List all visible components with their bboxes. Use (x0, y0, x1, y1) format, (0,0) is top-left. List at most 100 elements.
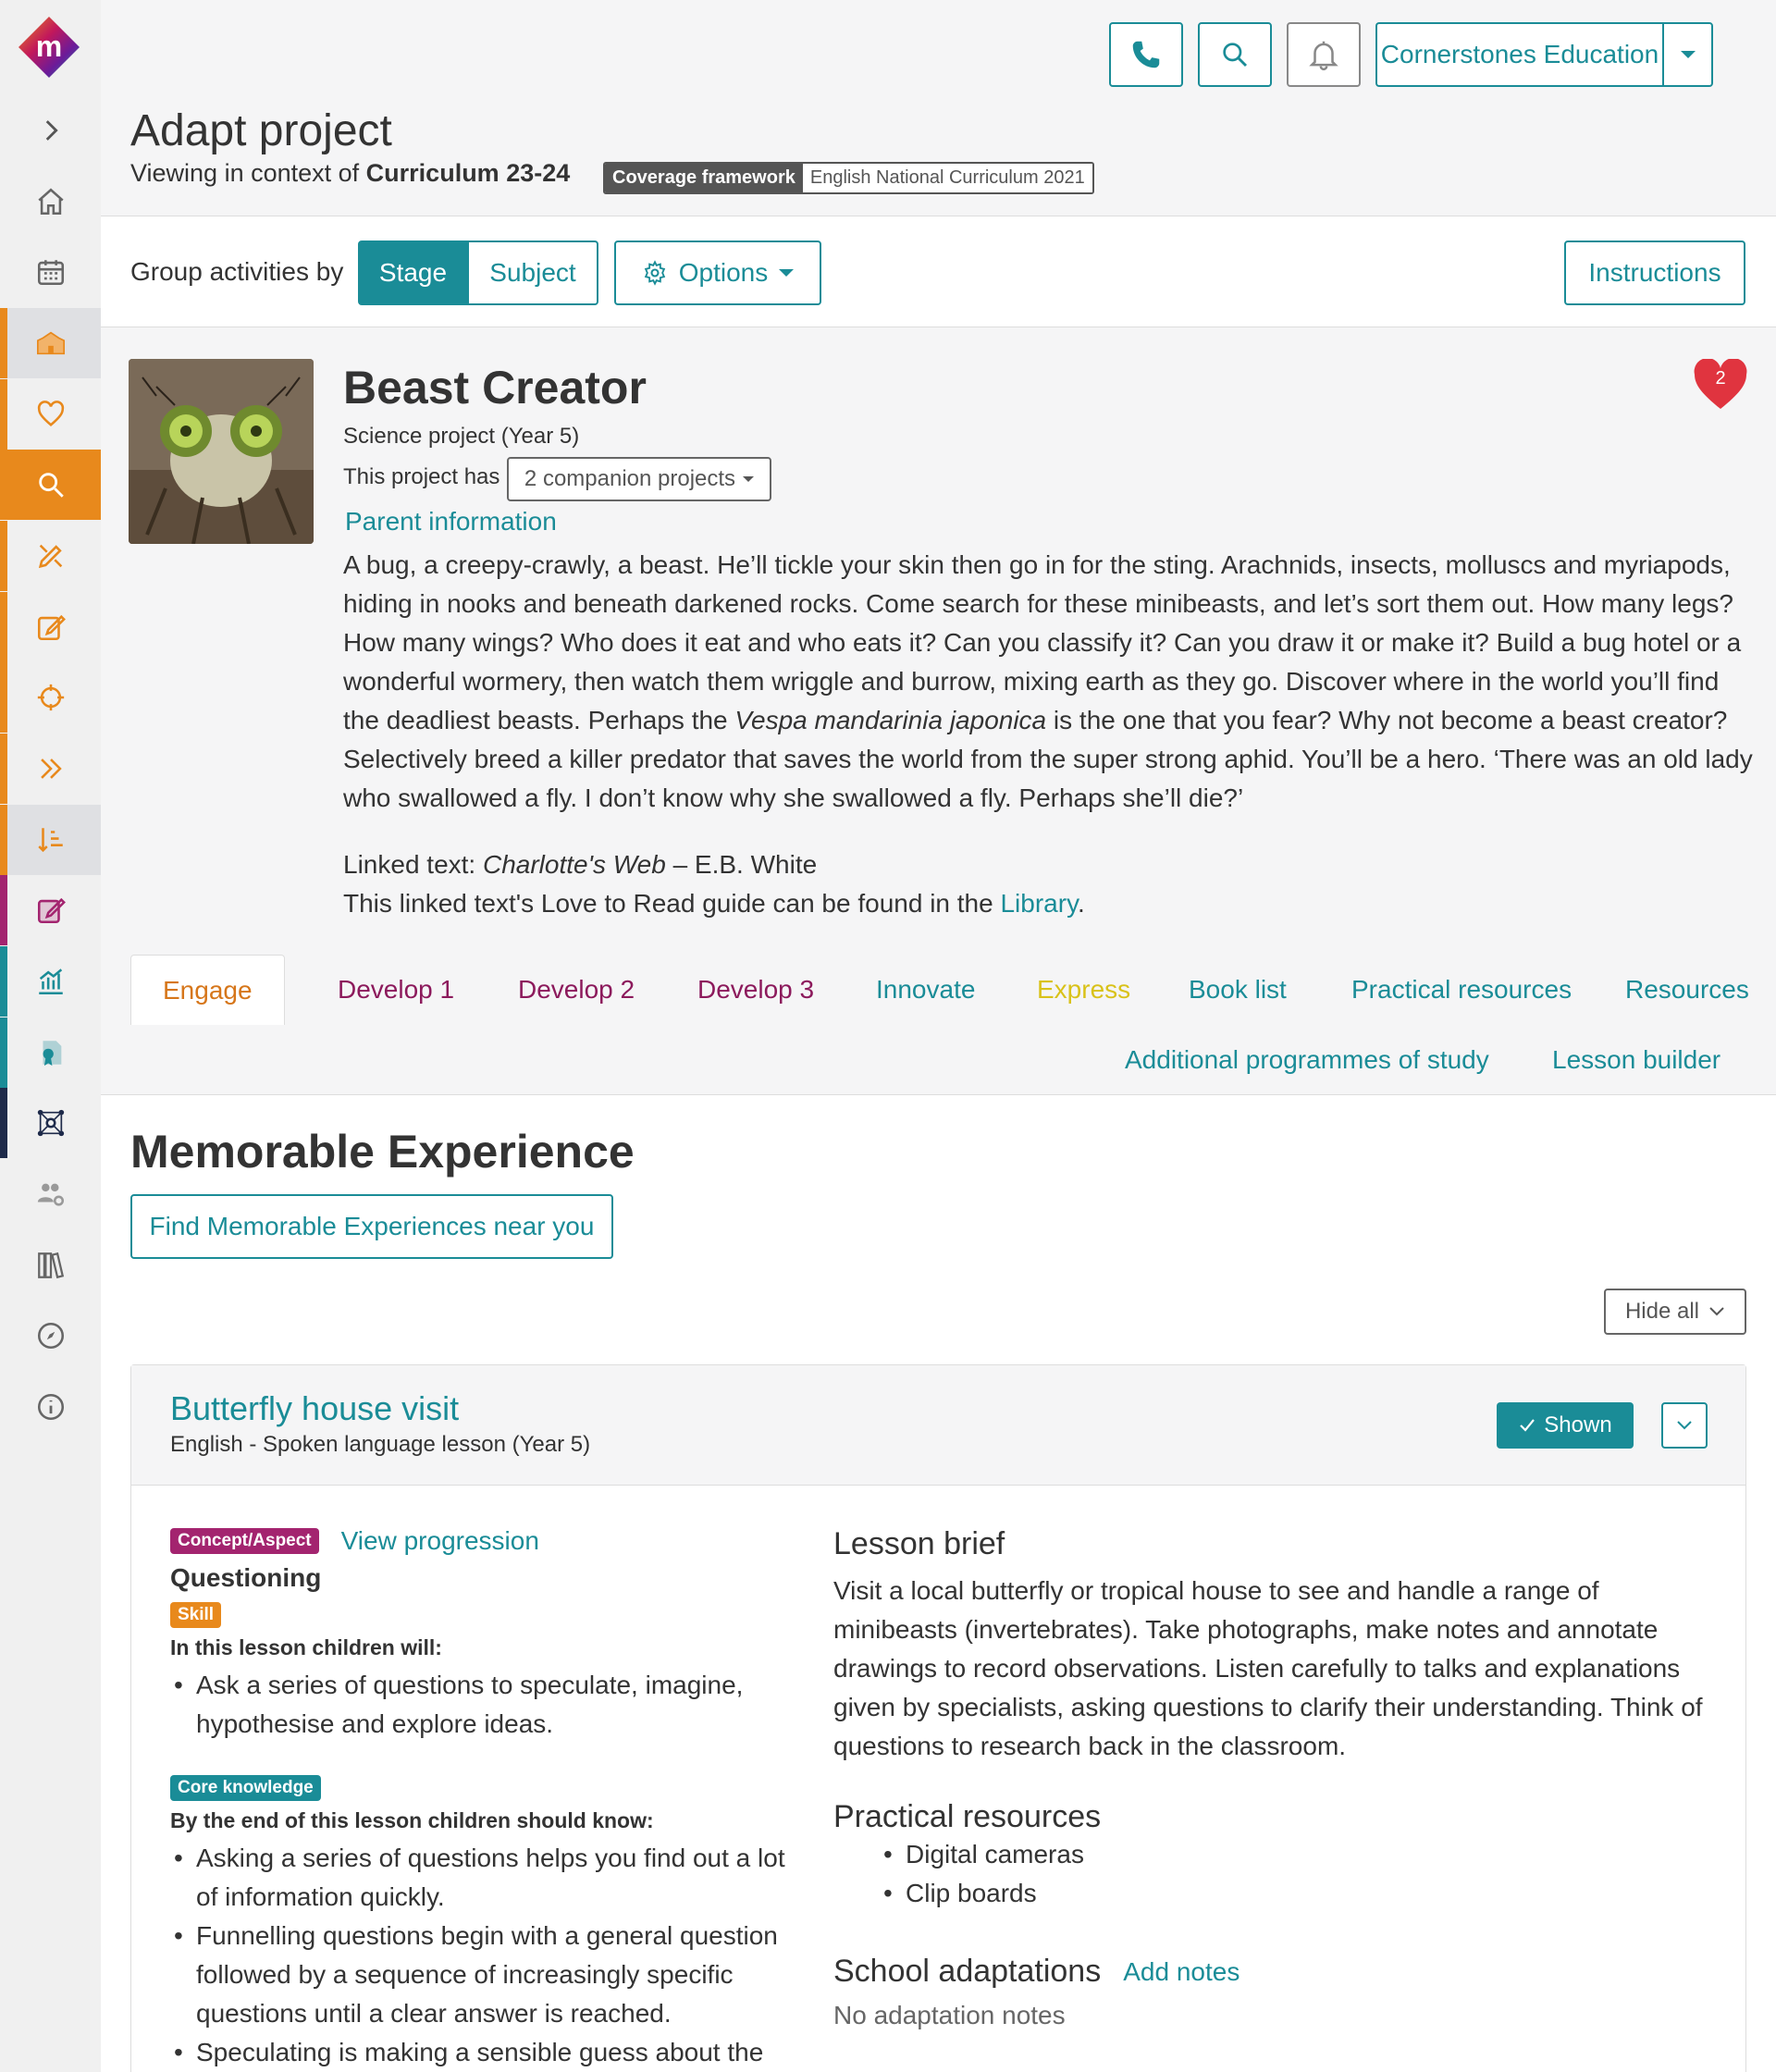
expand-sidebar-button[interactable] (0, 95, 101, 166)
hide-all-label: Hide all (1624, 1299, 1700, 1324)
adaptations-row: School adaptations Add notes (833, 1954, 1712, 1990)
chevron-down-icon (1709, 1307, 1724, 1316)
caret-down-icon (743, 476, 755, 482)
linked-prefix: Linked text: (343, 850, 483, 879)
search-icon (38, 473, 64, 498)
edit-icon (37, 614, 66, 641)
tab-practical-resources[interactable]: Practical resources (1320, 955, 1603, 1025)
tab-develop-2[interactable]: Develop 2 (487, 955, 666, 1025)
school-dropdown-toggle[interactable] (1662, 22, 1713, 87)
certificate-icon (43, 1041, 61, 1067)
find-memorable-experiences-button[interactable]: Find Memorable Experiences near you (130, 1194, 613, 1259)
description-species: Vespa mandarinia japonica (734, 706, 1047, 734)
chevron-down-icon (1677, 1421, 1692, 1430)
coverage-value: English National Curriculum 2021 (802, 164, 1092, 192)
tab-innovate[interactable]: Innovate (845, 955, 1006, 1025)
add-notes-link[interactable]: Add notes (1123, 1957, 1240, 1987)
compass-icon (37, 1322, 64, 1350)
concept-row: Concept/Aspect View progression (170, 1526, 790, 1556)
practical-resources-heading: Practical resources (833, 1799, 1102, 1834)
edit-square-icon (37, 897, 66, 924)
linked-author: – E.B. White (665, 850, 818, 879)
skill-pill: Skill (170, 1602, 222, 1628)
nav-home[interactable] (0, 166, 101, 237)
nav-design[interactable] (0, 521, 101, 591)
tab-lesson-builder[interactable]: Lesson builder (1521, 1025, 1752, 1095)
group-by-stage-button[interactable]: Stage (358, 240, 468, 305)
options-button[interactable]: Options (614, 240, 821, 305)
view-progression-link[interactable]: View progression (341, 1526, 539, 1556)
nav-certificates[interactable] (0, 1018, 101, 1088)
shown-toggle-button[interactable]: Shown (1497, 1402, 1634, 1449)
notifications-button[interactable] (1287, 22, 1361, 87)
caret-down-icon (1680, 51, 1696, 58)
nav-edit[interactable] (0, 592, 101, 662)
parent-information-link[interactable]: Parent information (345, 507, 557, 536)
project-summary: Beast Creator Science project (Year 5) T… (101, 327, 1776, 1095)
project-description: A bug, a creepy-crawly, a beast. He’ll t… (343, 546, 1758, 818)
lesson-card-header: Butterfly house visit English - Spoken l… (131, 1365, 1745, 1486)
search-button[interactable] (1198, 22, 1272, 87)
shown-label: Shown (1544, 1412, 1612, 1437)
lesson-details: Lesson brief Visit a local butterfly or … (833, 1526, 1712, 2030)
info-icon (37, 1393, 64, 1421)
favourites-badge[interactable]: 2 (1693, 358, 1748, 411)
tab-develop-1[interactable]: Develop 1 (306, 955, 486, 1025)
companion-projects-dropdown[interactable]: 2 companion projects (507, 457, 771, 501)
chart-icon (38, 968, 63, 995)
nav-progress[interactable] (0, 734, 101, 804)
nav-explore[interactable] (0, 1301, 101, 1371)
linked-text: Linked text: Charlotte's Web – E.B. Whit… (343, 845, 1085, 923)
tab-develop-3[interactable]: Develop 3 (666, 955, 845, 1025)
nav-calendar[interactable] (0, 237, 101, 307)
bell-icon (1309, 41, 1338, 71)
tab-resources[interactable]: Resources (1594, 955, 1776, 1025)
linked-title: Charlotte's Web (482, 850, 666, 879)
nav-network[interactable] (0, 1088, 101, 1158)
tab-book-list[interactable]: Book list (1157, 955, 1318, 1025)
list-item: Asking a series of questions helps you f… (170, 1839, 790, 1917)
hide-all-button[interactable]: Hide all (1604, 1289, 1746, 1335)
instructions-button[interactable]: Instructions (1564, 240, 1745, 305)
nav-projects[interactable] (0, 308, 101, 378)
list-item: Funnelling questions begin with a genera… (170, 1917, 790, 2033)
network-icon (37, 1109, 64, 1137)
group-label: Group activities by (130, 257, 344, 286)
nav-favourites[interactable] (0, 379, 101, 450)
tab-express[interactable]: Express (1005, 955, 1162, 1025)
no-adaptation-notes: No adaptation notes (833, 2001, 1066, 2029)
crosshair-icon (37, 684, 64, 711)
group-by-subject-button[interactable]: Subject (467, 240, 598, 305)
nav-users[interactable] (0, 1159, 101, 1229)
nav-library[interactable] (0, 1230, 101, 1301)
core-row: Core knowledge (170, 1775, 790, 1801)
tab-additional-programmes[interactable]: Additional programmes of study (1093, 1025, 1521, 1095)
app-logo[interactable]: m (17, 15, 81, 80)
core-knowledge-list: Asking a series of questions helps you f… (170, 1839, 790, 2072)
school-selector[interactable]: Cornerstones Education (1375, 22, 1662, 87)
phone-icon (1132, 41, 1160, 68)
project-image (129, 359, 314, 544)
expand-lesson-button[interactable] (1661, 1402, 1708, 1449)
context-prefix: Viewing in context of (130, 159, 360, 187)
children-know-heading: By the end of this lesson children shoul… (170, 1808, 654, 1832)
nav-target[interactable] (0, 662, 101, 733)
companion-btn-label: 2 companion projects (524, 466, 736, 491)
lesson-title[interactable]: Butterfly house visit (170, 1389, 459, 1428)
project-subtitle: Science project (Year 5) (343, 424, 580, 449)
library-link[interactable]: Library (1000, 889, 1078, 918)
nav-assess[interactable] (0, 875, 101, 945)
nav-info[interactable] (0, 1372, 101, 1442)
nav-search[interactable] (0, 450, 101, 520)
tab-engage[interactable]: Engage (130, 955, 285, 1025)
phone-button[interactable] (1109, 22, 1183, 87)
chevron-right-icon (45, 120, 58, 141)
group-toolbar: Group activities by Stage Subject Option… (101, 216, 1776, 327)
children-will-heading: In this lesson children will: (170, 1635, 442, 1659)
search-icon (1223, 43, 1248, 68)
page-title: Adapt project (130, 106, 392, 155)
nav-sequence[interactable] (0, 805, 101, 875)
list-item: Ask a series of questions to speculate, … (170, 1666, 790, 1744)
nav-analytics[interactable] (0, 946, 101, 1017)
list-item: Speculating is making a sensible guess a… (170, 2033, 790, 2072)
